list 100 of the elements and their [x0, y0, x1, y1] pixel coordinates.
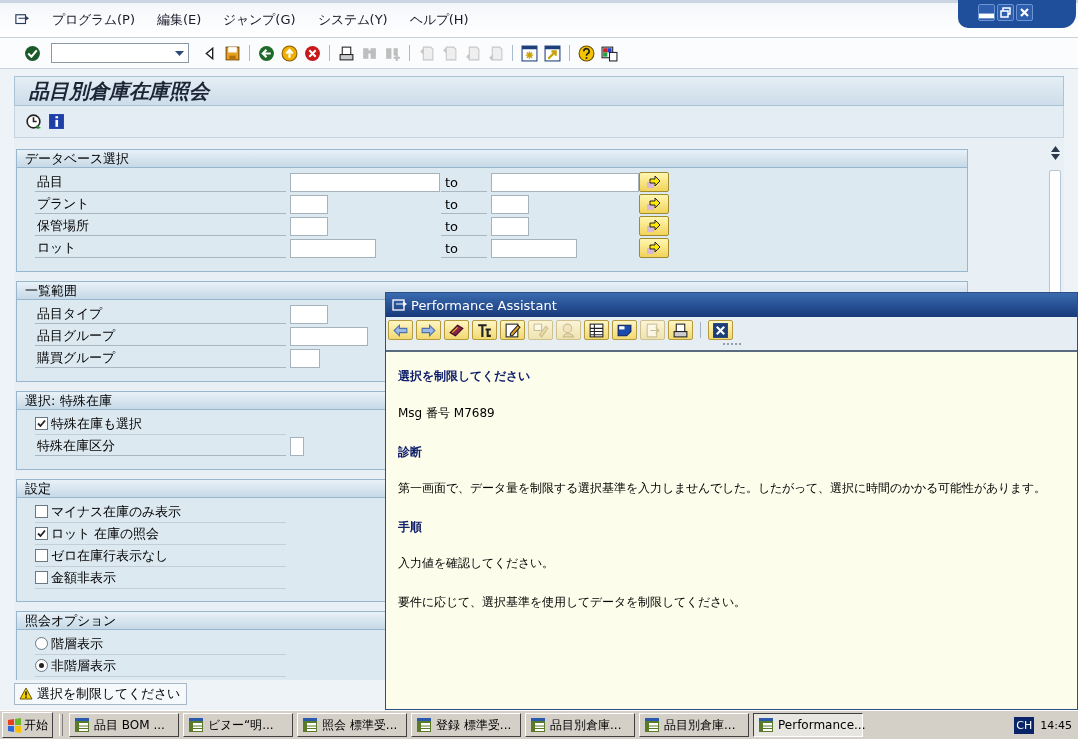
taskbar-button[interactable]: 照会 標準受... — [297, 713, 407, 737]
left-arrow-icon[interactable] — [392, 321, 409, 339]
multiple-selection-button[interactable] — [639, 194, 669, 214]
menu-icon[interactable] — [14, 13, 30, 27]
input-field[interactable] — [290, 238, 376, 258]
window-icon — [188, 717, 204, 733]
taskbar-button[interactable]: Performance... — [753, 713, 863, 737]
input-field[interactable] — [491, 216, 529, 236]
back-icon[interactable] — [258, 44, 275, 62]
scroll-up-icon[interactable] — [1050, 146, 1060, 152]
checkbox-label: マイナス在庫のみ表示 — [51, 502, 181, 521]
caret-icon — [175, 50, 184, 56]
menu-item[interactable]: ジャンプ(G) — [223, 11, 296, 29]
to-label: to — [441, 238, 487, 258]
scroll-down-icon[interactable] — [1050, 154, 1060, 160]
checkbox-label: 金額非表示 — [51, 568, 116, 587]
input-field[interactable] — [290, 304, 328, 324]
menu-item[interactable]: プログラム(P) — [52, 11, 135, 29]
radio-button[interactable] — [35, 659, 48, 672]
start-button[interactable]: 开始 — [2, 712, 53, 738]
checkbox[interactable] — [35, 417, 48, 430]
input-field[interactable] — [491, 172, 639, 192]
arrow-icon — [646, 219, 662, 233]
input-field[interactable] — [290, 436, 304, 456]
checkbox-label: ゼロ在庫行表示なし — [51, 546, 168, 565]
window-icon — [302, 717, 318, 733]
language-indicator[interactable]: CH — [1014, 716, 1035, 734]
input-field[interactable] — [290, 326, 368, 346]
radio-button[interactable] — [35, 637, 48, 650]
checkbox-label: 特殊在庫も選択 — [51, 414, 142, 433]
section-heading: 診断 — [398, 444, 423, 461]
assistant-title-bar: Performance Assistant — [386, 293, 1077, 317]
shortcut-icon[interactable] — [544, 44, 561, 62]
section-heading: 手順 — [398, 519, 423, 536]
field-label: 保管場所 — [35, 216, 286, 236]
checkbox-label: ロット 在庫の照会 — [51, 524, 160, 543]
input-field[interactable] — [491, 194, 529, 214]
layout-icon[interactable] — [601, 44, 618, 62]
clock-icon[interactable] — [25, 113, 42, 130]
message-heading: 選択を制限してください — [398, 368, 531, 385]
multiple-selection-button[interactable] — [639, 172, 669, 192]
printer-icon[interactable] — [338, 44, 355, 62]
close-button[interactable] — [1016, 4, 1033, 21]
status-message: 選択を制限してください — [14, 682, 187, 705]
save-icon[interactable] — [224, 44, 241, 62]
taskbar-button[interactable]: ビヌー“明... — [183, 713, 293, 737]
printer-icon[interactable] — [672, 321, 689, 339]
command-field[interactable] — [51, 43, 189, 63]
check-icon — [36, 418, 47, 429]
help-icon[interactable] — [578, 44, 595, 62]
check-icon — [36, 528, 47, 539]
restore-button[interactable] — [997, 4, 1014, 21]
window-icon — [530, 717, 546, 733]
screen-title: 品目別倉庫在庫照会 — [29, 77, 209, 105]
taskbar-button[interactable]: 登録 標準受... — [411, 713, 521, 737]
input-field[interactable] — [290, 172, 440, 192]
field-label: 品目グループ — [35, 326, 286, 346]
checkbox[interactable] — [35, 505, 48, 518]
field-label: 品目 — [35, 172, 286, 192]
minimize-icon — [979, 5, 994, 20]
field-label: 購買グループ — [35, 348, 286, 368]
arrow-icon — [646, 197, 662, 211]
window-icon — [416, 717, 432, 733]
taskbar-button[interactable]: 品目 BOM ... — [69, 713, 179, 737]
input-field[interactable] — [290, 194, 328, 214]
field-label: 特殊在庫区分 — [35, 436, 286, 456]
arrow-icon — [646, 241, 662, 255]
checkbox[interactable] — [35, 571, 48, 584]
new-window-icon[interactable] — [521, 44, 538, 62]
taskbar-button[interactable]: 品目別倉庫... — [639, 713, 749, 737]
cancel-icon[interactable] — [304, 44, 321, 62]
checkbox[interactable] — [35, 527, 48, 540]
table-icon[interactable] — [588, 321, 605, 339]
help-text: 入力値を確認してください。 — [398, 555, 555, 572]
field-label: プラント — [35, 194, 286, 214]
window-icon — [74, 717, 90, 733]
info-icon[interactable] — [48, 113, 65, 130]
menu-item[interactable]: システム(Y) — [317, 11, 388, 29]
to-label: to — [441, 216, 487, 236]
multiple-selection-button[interactable] — [639, 238, 669, 258]
input-field[interactable] — [491, 238, 577, 258]
taskbar-button[interactable]: 品目別倉庫... — [525, 713, 635, 737]
check-icon[interactable] — [24, 44, 41, 62]
input-field[interactable] — [290, 216, 328, 236]
multiple-selection-button[interactable] — [639, 216, 669, 236]
flag-icon — [7, 717, 22, 733]
to-label: to — [441, 172, 487, 192]
close-icon[interactable] — [712, 321, 729, 339]
exit-icon[interactable] — [281, 44, 298, 62]
checkbox[interactable] — [35, 549, 48, 562]
edit-icon[interactable] — [504, 321, 521, 339]
restore-icon — [998, 5, 1013, 20]
menu-item[interactable]: 編集(E) — [157, 11, 202, 29]
minimize-button[interactable] — [978, 4, 995, 21]
menu-item[interactable]: ヘルプ(H) — [409, 11, 469, 29]
right-arrow-icon[interactable] — [420, 321, 437, 339]
field-label: 品目タイプ — [35, 304, 286, 324]
input-field[interactable] — [290, 348, 320, 368]
tools-icon[interactable] — [476, 321, 493, 339]
field-label: ロット — [35, 238, 286, 258]
